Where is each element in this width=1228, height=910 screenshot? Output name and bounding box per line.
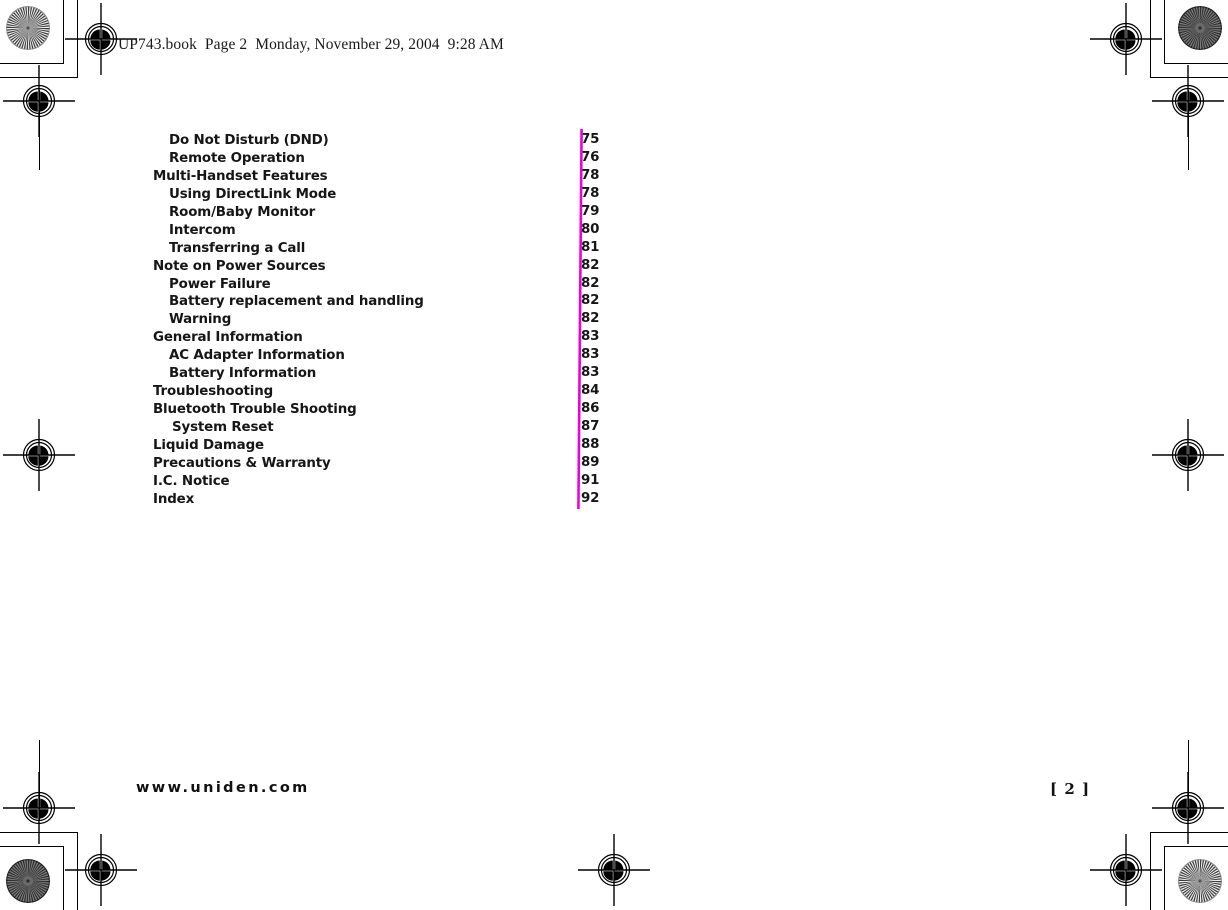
toc-entry[interactable]: Warning 82 — [153, 310, 613, 328]
trim-tick-left-upper — [39, 90, 40, 170]
toc-entry-title: Transferring a Call — [169, 240, 306, 256]
toc-entry-title: Bluetooth Trouble Shooting — [153, 402, 357, 418]
toc-entry-title: I.C. Notice — [153, 473, 230, 489]
footer-website-url: www.uniden.com — [136, 780, 310, 796]
crop-rule-bl-vertical-inner — [77, 832, 78, 910]
crop-rule-tl-horizontal-outer — [0, 63, 64, 64]
reg-mark-upper-left — [3, 65, 75, 137]
star-target-top-left — [6, 6, 50, 50]
reg-mark-lower-left — [3, 772, 75, 844]
toc-entry-title: Troubleshooting — [153, 384, 274, 400]
crop-rule-bl-horizontal-outer — [0, 846, 64, 847]
toc-entry-title: Battery replacement and handling — [169, 294, 424, 310]
toc-entry-title: Room/Baby Monitor — [169, 204, 316, 220]
star-target-top-right — [1178, 6, 1222, 50]
crop-rule-tl-vertical-inner — [77, 0, 78, 78]
toc-entry[interactable]: Room/Baby Monitor 79 — [153, 203, 613, 221]
reg-mark-bottom-right — [1090, 834, 1162, 906]
crop-rule-tr-vertical-inner — [1150, 0, 1151, 78]
toc-entry[interactable]: Intercom 80 — [153, 221, 613, 239]
toc-entry-title: General Information — [153, 330, 303, 346]
toc-entry[interactable]: I.C. Notice 91 — [153, 472, 613, 490]
running-head-filename-stamp: UP743.book Page 2 Monday, November 29, 2… — [118, 36, 504, 53]
toc-entry-title: Note on Power Sources — [153, 258, 326, 274]
toc-entry-title: Using DirectLink Mode — [169, 186, 337, 202]
toc-entry-title: Remote Operation — [169, 150, 305, 166]
toc-entry[interactable]: Note on Power Sources 82 — [153, 257, 613, 275]
toc-entry-title: Liquid Damage — [153, 437, 264, 453]
reg-mark-top-right — [1090, 3, 1162, 75]
toc-entry[interactable]: AC Adapter Information 83 — [153, 346, 613, 364]
crop-rule-br-horizontal-outer — [1164, 846, 1228, 847]
crop-rule-tr-horizontal-outer — [1164, 63, 1228, 64]
toc-entry[interactable]: Precautions & Warranty 89 — [153, 454, 613, 472]
toc-entry[interactable]: Index 92 — [153, 490, 613, 508]
crop-rule-bl-vertical-outer — [63, 846, 64, 910]
toc-entry[interactable]: Battery replacement and handling 82 — [153, 292, 613, 310]
footer-page-folio: [ 2 ] — [1050, 780, 1091, 798]
toc-entry-title: System Reset — [172, 420, 274, 435]
crop-rule-bl-horizontal-inner — [0, 832, 78, 833]
reg-mark-bottom-center — [578, 834, 650, 906]
toc-entry-title: Multi-Handset Features — [153, 168, 328, 184]
toc-entry[interactable]: System Reset 87 — [153, 418, 613, 436]
crop-rule-br-vertical-outer — [1164, 846, 1165, 910]
trim-tick-right-upper — [1188, 90, 1189, 170]
table-of-contents: Do Not Disturb (DND) 75 Remote Operation 76… — [153, 131, 613, 508]
crop-rule-br-vertical-inner — [1150, 832, 1151, 910]
toc-entry-title: Power Failure — [169, 276, 271, 292]
toc-entry[interactable]: Multi-Handset Features 78 — [153, 167, 613, 185]
trim-tick-right-lower — [1188, 740, 1189, 820]
star-target-bottom-right — [1178, 859, 1222, 903]
toc-entry-title: AC Adapter Information — [169, 348, 345, 364]
toc-entry[interactable]: Battery Information 83 — [153, 364, 613, 382]
toc-entry[interactable]: Liquid Damage 88 — [153, 436, 613, 454]
toc-entry[interactable]: Transferring a Call 81 — [153, 239, 613, 257]
crop-rule-br-horizontal-inner — [1150, 832, 1228, 833]
crop-rule-tl-horizontal-inner — [0, 77, 78, 78]
toc-entry[interactable]: Troubleshooting 84 — [153, 382, 613, 400]
toc-entry-title: Precautions & Warranty — [153, 455, 331, 471]
toc-entry[interactable]: Remote Operation 76 — [153, 149, 613, 167]
toc-entry[interactable]: Using DirectLink Mode 78 — [153, 185, 613, 203]
toc-entry-title: Index — [153, 491, 195, 507]
toc-entry[interactable]: General Information 83 — [153, 328, 613, 346]
reg-mark-upper-right — [1152, 65, 1224, 137]
toc-entry[interactable]: Bluetooth Trouble Shooting 86 — [153, 400, 613, 418]
toc-entry[interactable]: Power Failure 82 — [153, 275, 613, 293]
crop-rule-tr-vertical-outer — [1164, 0, 1165, 64]
toc-entry-title: Intercom — [169, 222, 236, 238]
reg-mark-mid-right — [1152, 419, 1224, 491]
reg-mark-bottom-left — [65, 834, 137, 906]
toc-entry-title: Battery Information — [169, 366, 317, 382]
toc-entry[interactable]: Do Not Disturb (DND) 75 — [153, 131, 613, 149]
trim-tick-left-lower — [39, 740, 40, 820]
toc-entry-title: Do Not Disturb (DND) — [169, 133, 329, 148]
magenta-registration-streak — [577, 128, 583, 510]
star-target-bottom-left — [6, 859, 50, 903]
reg-mark-mid-left — [3, 419, 75, 491]
toc-entry-title: Warning — [169, 312, 232, 328]
reg-mark-lower-right — [1152, 772, 1224, 844]
crop-rule-tr-horizontal-inner — [1150, 77, 1228, 78]
crop-rule-tl-vertical-outer — [63, 0, 64, 64]
